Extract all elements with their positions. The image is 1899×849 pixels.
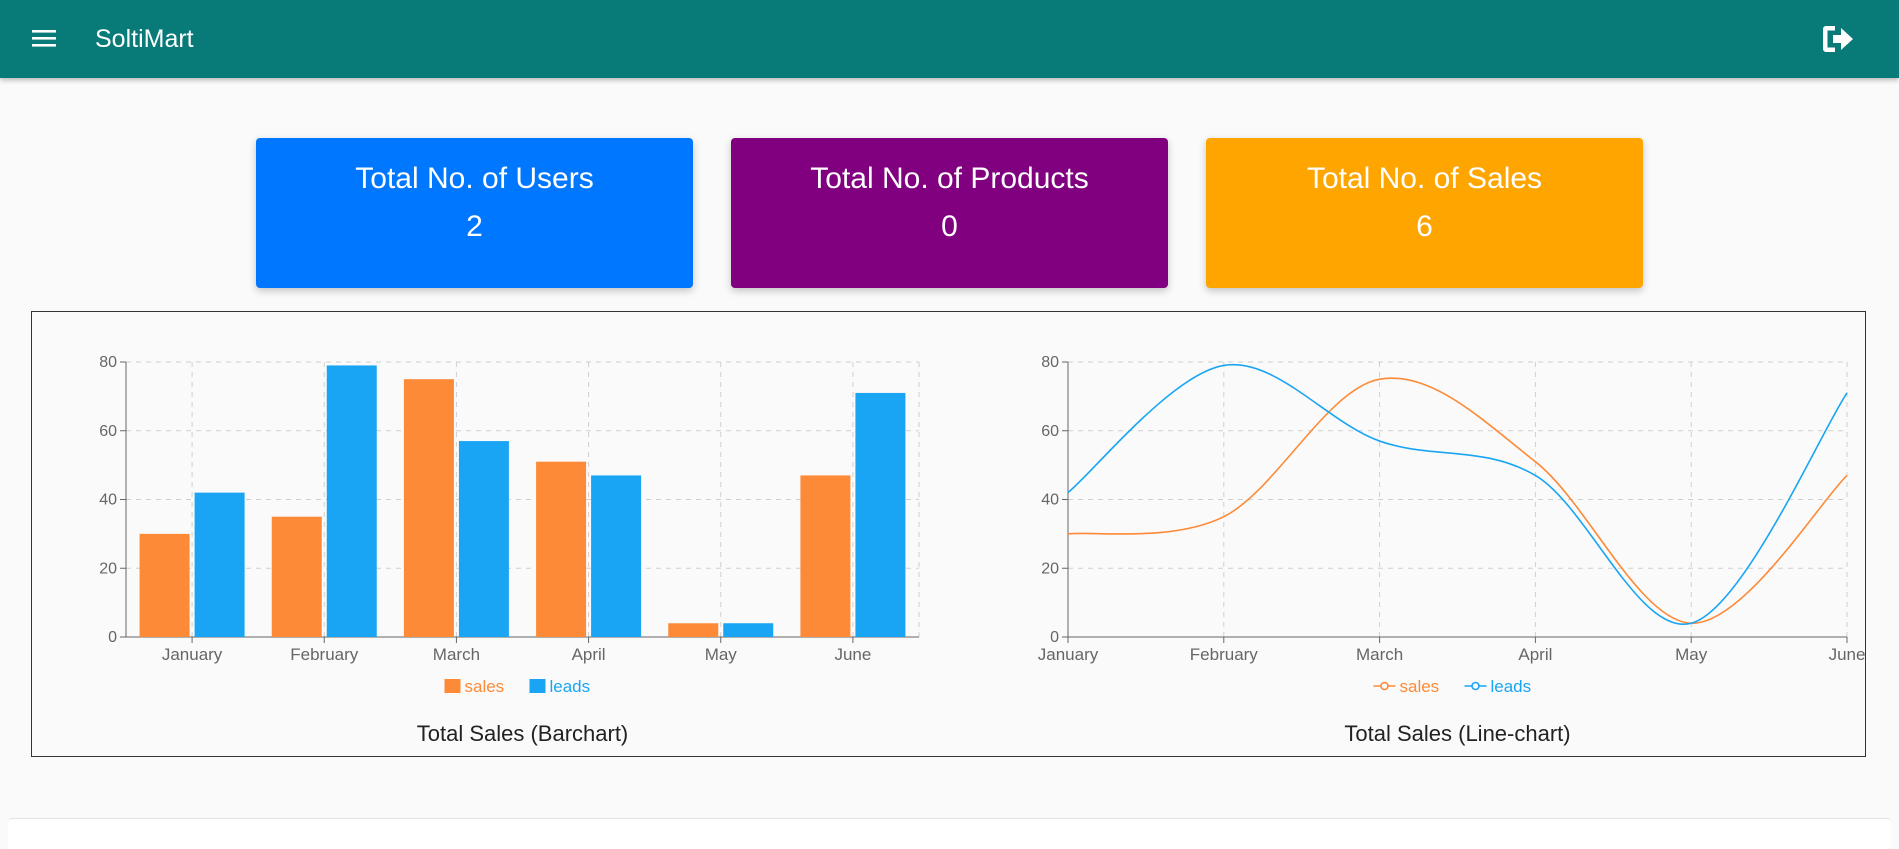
legend-label: sales <box>465 677 505 696</box>
stat-card-value: 6 <box>1416 210 1433 243</box>
legend-swatch <box>444 679 461 693</box>
stat-card-title: Total No. of Products <box>810 162 1089 195</box>
logout-button[interactable] <box>1819 20 1857 58</box>
logout-icon <box>1823 26 1853 52</box>
app-title: SoltiMart <box>95 25 194 53</box>
stat-card-value: 2 <box>466 210 483 243</box>
bar-leads <box>326 365 377 637</box>
bar-sales <box>668 623 719 637</box>
bar-sales <box>139 533 190 637</box>
stat-card-users: Total No. of Users 2 <box>256 138 693 288</box>
x-tick-label: February <box>290 645 359 664</box>
x-tick-label: June <box>1829 645 1865 664</box>
x-tick-label: February <box>1190 645 1259 664</box>
x-tick-label: April <box>1518 645 1552 664</box>
stat-card-value: 0 <box>941 210 958 243</box>
legend-label: sales <box>1400 677 1440 696</box>
x-tick-label: January <box>1038 645 1099 664</box>
x-tick-label: April <box>572 645 606 664</box>
bar-sales <box>271 516 322 637</box>
bar-leads <box>855 392 906 637</box>
bar-leads <box>723 623 774 637</box>
menu-icon <box>32 30 56 47</box>
y-tick-label: 80 <box>1041 354 1059 371</box>
x-tick-label: June <box>834 645 871 664</box>
bar-sales <box>403 379 454 637</box>
legend-dot-swatch <box>1380 681 1389 691</box>
y-tick-label: 80 <box>99 354 117 371</box>
y-tick-label: 40 <box>99 492 117 509</box>
line-series-sales <box>1067 377 1848 625</box>
y-tick-label: 0 <box>1050 629 1059 646</box>
line-chart: 0 20 40 60 80 January February March April May Jun… <box>1038 354 1865 746</box>
app-bar: SoltiMart <box>0 0 1899 78</box>
chart-title: Total Sales (Line-chart) <box>1344 721 1570 746</box>
x-tick-label: May <box>705 645 738 664</box>
stat-card-title: Total No. of Sales <box>1306 162 1543 195</box>
stat-card-sales: Total No. of Sales 6 <box>1206 138 1643 288</box>
y-tick-label: 60 <box>1041 423 1059 440</box>
y-tick-label: 60 <box>99 423 117 440</box>
y-tick-label: 20 <box>1041 560 1059 577</box>
legend-label: leads <box>1491 677 1532 696</box>
x-tick-label: March <box>1356 645 1403 664</box>
stat-card-products: Total No. of Products 0 <box>731 138 1168 288</box>
legend-swatch <box>529 679 546 693</box>
chart-title: Total Sales (Barchart) <box>417 721 629 746</box>
y-tick-label: 40 <box>1041 492 1059 509</box>
line-series-leads <box>1067 363 1848 625</box>
y-tick-label: 0 <box>108 629 117 646</box>
y-tick-label: 20 <box>99 560 117 577</box>
x-tick-label: March <box>433 645 480 664</box>
menu-button[interactable] <box>26 23 64 55</box>
bar-leads <box>194 492 245 637</box>
bottom-panel <box>8 818 1891 849</box>
charts-panel: 0 20 40 60 80 January February March April May Jun… <box>31 311 1866 757</box>
x-tick-label: May <box>1675 645 1708 664</box>
legend-dot-swatch <box>1471 681 1480 691</box>
x-tick-label: January <box>162 645 223 664</box>
legend-label: leads <box>550 677 591 696</box>
bar-sales <box>536 461 587 637</box>
bar-sales <box>800 475 851 637</box>
bar-leads <box>458 441 509 637</box>
charts-canvas: 0 20 40 60 80 January February March April May Jun… <box>99 354 1865 746</box>
bar-leads <box>591 475 642 637</box>
bar-chart: 0 20 40 60 80 January February March April May Jun… <box>99 354 920 746</box>
stat-card-title: Total No. of Users <box>355 162 594 195</box>
